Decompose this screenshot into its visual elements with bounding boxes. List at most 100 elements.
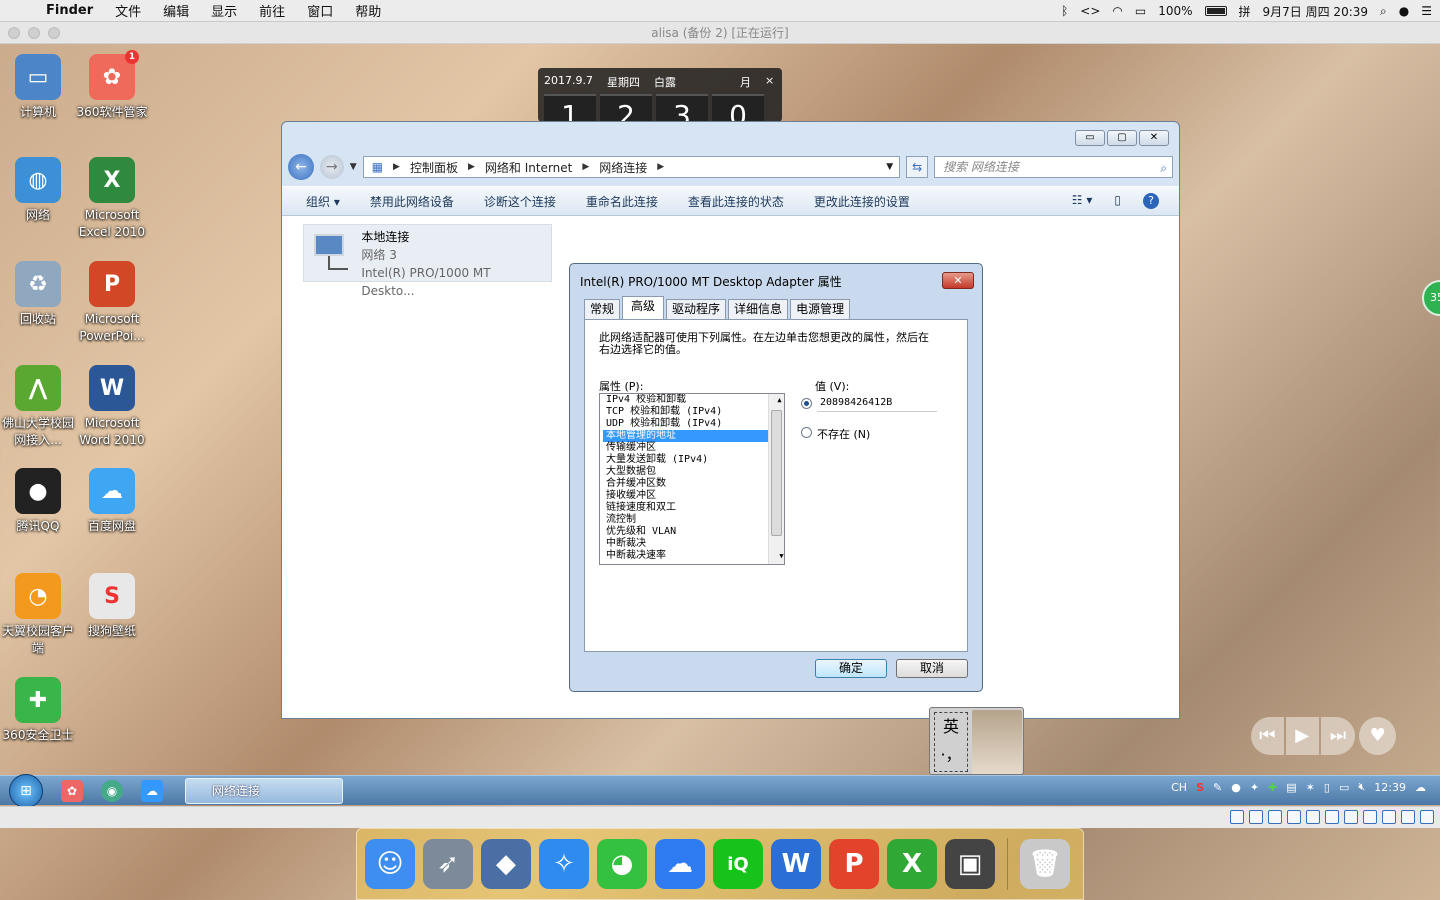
property-list-item[interactable]: 优先级和 VLAN [603,526,784,538]
property-list-item[interactable]: 合并缓冲区数 [603,478,784,490]
property-list-item[interactable]: 大量发送卸载 (IPv4) [603,454,784,466]
spotlight-search-icon[interactable]: ⌕ [1380,4,1387,19]
scroll-up-icon[interactable]: ▲ [772,394,784,406]
next-track-icon[interactable]: ⏭ [1320,717,1356,755]
desktop-icon[interactable]: ◍ 网络 [0,157,76,224]
desktop-icon[interactable]: ▭ 计算机 [0,54,76,121]
breadcrumb-network-connections[interactable]: 网络连接 [599,159,647,176]
baidu-netdisk-taskbar-icon[interactable]: ☁ [141,779,163,802]
view-options-icon[interactable]: ☷ ▾ [1072,193,1093,209]
ok-button[interactable]: 确定 [815,659,887,678]
tab-power-management[interactable]: 电源管理 [790,299,851,319]
tab-general[interactable]: 常规 [584,299,621,319]
menu-view[interactable]: 显示 [200,1,248,20]
finder-icon[interactable]: ☺ [365,839,415,889]
recent-pages-dropdown-icon[interactable]: ▼ [350,162,357,172]
heart-icon[interactable]: ♥ [1359,717,1396,755]
menu-file[interactable]: 文件 [104,1,152,20]
trash-icon[interactable]: 🗑︎ [1020,839,1070,889]
cancel-button[interactable]: 取消 [896,659,968,678]
property-list-item[interactable]: 流控制 [603,514,784,526]
tab-advanced[interactable]: 高级 [622,296,665,319]
view-status-button[interactable]: 查看此连接的状态 [688,193,784,210]
search-icon[interactable]: ⌕ [1160,158,1167,178]
excel-x-icon[interactable]: X [887,839,937,889]
minimize-button[interactable]: ▭ [1075,130,1105,146]
play-icon[interactable]: ▶ [1285,717,1319,755]
tray-app-icon[interactable]: ▤ [1286,781,1296,794]
desktop-icon[interactable]: ☁ 百度网盘 [74,468,150,535]
baidu-netdisk-icon[interactable]: ☁ [655,839,705,889]
usb-device-icon[interactable]: ▯ [1324,781,1330,794]
property-listbox[interactable]: IPv4 校验和卸载 TCP 校验和卸载 (IPv4) UDP 校验和卸载 (IPv… [599,393,785,565]
close-button[interactable]: ✕ [1139,130,1169,146]
iqiyi-icon[interactable]: iQ [713,839,763,889]
back-arrow-icon[interactable]: ← [288,154,314,180]
address-dropdown-icon[interactable]: ▼ [886,162,893,172]
property-list-item[interactable]: IPv4 校验和卸载 [603,394,784,406]
language-indicator[interactable]: CH [1171,781,1187,794]
desktop-icon[interactable]: P Microsoft PowerPoi... [74,261,150,345]
desktop-icon[interactable]: ✿ 1 360软件管家 [74,50,150,121]
vm-status-icon[interactable] [1287,810,1301,824]
property-list-item[interactable]: 中断裁决速率 [603,550,784,562]
property-list-item[interactable]: 链接速度和双工 [603,502,784,514]
previous-track-icon[interactable]: ⏮ [1251,717,1284,755]
launchpad-rocket-icon[interactable]: ➶ [423,839,473,889]
safari-compass-icon[interactable]: ✧ [539,839,589,889]
floating-widget[interactable]: 35 [1422,280,1440,316]
vm-zoom-button[interactable] [48,27,60,39]
volume-muted-icon[interactable]: 🔇︎ [1358,780,1365,794]
vm-status-icon[interactable] [1325,810,1339,824]
not-present-radio[interactable] [801,427,812,438]
menu-app-finder[interactable]: Finder [40,3,104,18]
chevron-right-icon[interactable]: ▶ [657,162,664,172]
vm-status-icon[interactable] [1382,810,1396,824]
vm-minimize-button[interactable] [28,27,40,39]
tray-app-icon[interactable]: ✦ [1250,781,1259,794]
menu-go[interactable]: 前往 [248,1,296,20]
tray-app-icon[interactable]: ✶ [1306,781,1315,794]
property-list-item[interactable]: TCP 校验和卸载 (IPv4) [603,406,784,418]
not-present-label[interactable]: 不存在 (N) [817,426,870,442]
breadcrumb-network-internet[interactable]: 网络和 Internet [485,159,572,176]
property-list-item[interactable]: 大型数据包 [603,466,784,478]
virtualbox-icon[interactable]: ◆ [481,839,531,889]
breadcrumb-control-panel[interactable]: 控制面板 [410,159,458,176]
chrome-taskbar-icon[interactable]: ◉ [101,779,123,802]
refresh-icon[interactable]: ⇆ [906,156,929,178]
chevron-right-icon[interactable]: ▶ [582,162,589,172]
chevron-right-icon[interactable]: ▶ [468,162,475,172]
desktop-icon[interactable]: X Microsoft Excel 2010 [74,157,150,241]
wifi-icon[interactable]: ◠ [1112,4,1122,18]
vm-status-icon[interactable] [1230,810,1244,824]
desktop-icon[interactable]: ● 腾讯QQ [0,468,76,535]
menubar-clock[interactable]: 9月7日 周四 20:39 [1263,3,1368,20]
gadget-month-label[interactable]: 月 [740,74,751,90]
start-button[interactable]: ⊞ [9,773,43,808]
word-w-icon[interactable]: W [771,839,821,889]
tray-app-icon[interactable]: ● [1231,781,1241,794]
property-list-item[interactable]: 接收缓冲区 [603,490,784,502]
menu-help[interactable]: 帮助 [344,1,392,20]
local-connection-item[interactable]: 本地连接 网络 3 Intel(R) PRO/1000 MT Deskto... [303,224,552,298]
code-brackets-icon[interactable]: <> [1080,4,1100,18]
vm-status-icon[interactable] [1268,810,1282,824]
vm-status-icon[interactable] [1306,810,1320,824]
maximize-button[interactable]: ▢ [1107,130,1137,146]
menu-window[interactable]: 窗口 [296,1,344,20]
scroll-down-icon[interactable]: ▼ [772,550,784,562]
battery-percent[interactable]: 100% [1158,4,1192,18]
360-taskbar-icon[interactable]: ✿ [61,779,83,802]
cloud-sync-icon[interactable]: ☁ [1415,781,1426,794]
diagnose-button[interactable]: 诊断这个连接 [484,193,556,210]
network-tray-icon[interactable]: ▭ [1339,781,1349,794]
battery-icon[interactable] [1204,6,1227,16]
ime-mode-key[interactable]: 英 ·， [934,712,968,772]
desktop-icon[interactable]: ◔ 天翼校园客户端 [0,573,76,657]
taskbar-window-network-connections[interactable]: 网络连接 [185,777,343,804]
property-list-item[interactable]: UDP 校验和卸载 (IPv4) [603,418,784,430]
organize-menu-button[interactable]: 组织 ▾ [306,193,340,210]
input-method-indicator[interactable]: 拼 [1239,3,1251,20]
property-scrollbar[interactable]: ▲ ▼ [768,394,784,564]
